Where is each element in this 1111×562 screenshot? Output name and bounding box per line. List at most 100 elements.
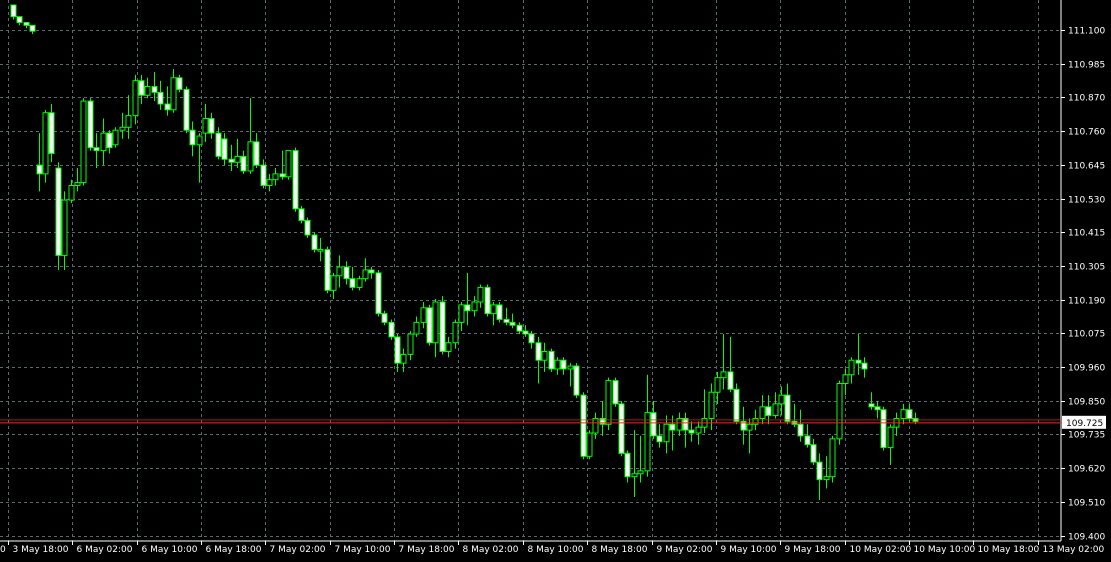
candle-body-bearish <box>612 380 619 405</box>
candle-body-bullish <box>471 301 478 312</box>
candle-body-bearish <box>484 286 491 315</box>
candle-body-bullish <box>477 286 484 303</box>
candle-body-bearish <box>55 167 62 256</box>
y-tick-label: 109.620 <box>1068 465 1105 475</box>
x-tick-label: 8 May 18:00 <box>592 545 648 555</box>
candle-body-bearish <box>151 86 158 93</box>
price-chart[interactable]: 111.100 110.985 110.870 110.760 110.645 110.5… <box>0 0 1111 562</box>
candle-body-bearish <box>880 409 887 449</box>
candle-body-bearish <box>496 304 503 320</box>
x-tick-label: 8 May 02:00 <box>463 545 519 555</box>
x-tick-label: 8 May 10:00 <box>528 545 584 555</box>
x-tick-label: 3 May 18:00 <box>13 545 69 555</box>
y-tick-label: 111.100 <box>1068 27 1105 37</box>
y-tick-label: 110.305 <box>1068 263 1105 273</box>
candle-body-bullish <box>132 80 139 117</box>
candle-body-bullish <box>202 118 209 134</box>
candle-body-bearish <box>29 24 36 32</box>
candle-body-bullish <box>432 301 439 344</box>
candle-body-bearish <box>87 100 94 149</box>
candle-body-bearish <box>176 77 183 90</box>
y-tick-label: 110.985 <box>1068 61 1105 71</box>
x-tick-label: 9 May 18:00 <box>785 545 841 555</box>
candle-body-bullish <box>100 132 107 152</box>
x-tick-label: 6 May 10:00 <box>142 545 198 555</box>
chart-background <box>0 0 1111 562</box>
y-tick-label: 110.415 <box>1068 229 1105 239</box>
candle-body-bullish <box>336 266 343 277</box>
candle-body-bearish <box>906 409 913 419</box>
candle-body-bearish <box>10 4 17 18</box>
candle-body-bullish <box>196 135 203 146</box>
candle-body-bearish <box>36 164 43 175</box>
candle-body-bearish <box>349 278 356 288</box>
candle-body-bullish <box>663 423 670 443</box>
candle-body-bearish <box>548 350 555 370</box>
y-tick-label: 109.735 <box>1068 431 1105 441</box>
candle-body-bearish <box>324 249 331 291</box>
candle-body-bearish <box>388 321 395 338</box>
candle-body-bearish <box>343 266 350 280</box>
candle-body-bearish <box>765 406 772 417</box>
candle-body-bearish <box>23 21 30 26</box>
candle-body-bullish <box>272 173 279 181</box>
candle-body-bullish <box>829 438 836 478</box>
candle-body-bullish <box>714 377 721 393</box>
candle-body-bullish <box>42 112 49 175</box>
candle-body-bearish <box>874 406 881 411</box>
candle-body-bearish <box>368 269 375 274</box>
candle-body-bearish <box>426 307 433 344</box>
candle-body-bullish <box>605 380 612 425</box>
candle-body-bearish <box>208 118 215 134</box>
candle-body-bearish <box>439 301 446 352</box>
candle-body-bearish <box>394 336 401 364</box>
candle-body-bullish <box>554 359 561 370</box>
candle-body-bullish <box>68 185 75 201</box>
candle-body-bullish <box>400 353 407 364</box>
candle-body-bearish <box>573 365 580 396</box>
candle-body-bullish <box>285 150 292 178</box>
candle-body-bullish <box>637 470 644 475</box>
candle-body-bearish <box>189 129 196 146</box>
candle-body-bearish <box>797 423 804 437</box>
candle-body-bearish <box>560 359 567 370</box>
candle-body-bullish <box>119 126 126 131</box>
candle-body-bullish <box>887 426 894 449</box>
candle-body-bearish <box>727 371 734 390</box>
y-tick-label: 110.645 <box>1068 162 1105 172</box>
current-price-label: 109.725 <box>1066 419 1103 429</box>
y-tick-label: 110.870 <box>1068 94 1105 104</box>
candle-body-bullish <box>80 100 87 184</box>
candle-body-bullish <box>708 391 715 419</box>
candle-body-bullish <box>695 426 702 434</box>
candle-body-bearish <box>810 444 817 463</box>
candle-body-bearish <box>656 435 663 443</box>
candle-body-bearish <box>279 173 286 178</box>
candle-body-bearish <box>311 234 318 251</box>
candlestick-chart-svg[interactable]: 111.100 110.985 110.870 110.760 110.645 110.5… <box>0 0 1111 562</box>
candle-body-bullish <box>720 371 727 379</box>
x-tick-label: 9 May 10:00 <box>721 545 777 555</box>
candle-body-bullish <box>362 269 369 280</box>
candle-body-bearish <box>522 330 529 335</box>
x-tick-label: 7 May 18:00 <box>399 545 455 555</box>
candle-body-bearish <box>221 138 228 160</box>
candle-body-bearish <box>228 158 235 163</box>
candle-body-bearish <box>624 452 631 478</box>
candle-body-bearish <box>733 388 740 422</box>
candle-body-bullish <box>170 77 177 111</box>
candle-body-bullish <box>317 249 324 252</box>
candle-body-bullish <box>567 365 574 370</box>
candle-body-bullish <box>413 321 420 335</box>
candle-body-bearish <box>240 155 247 172</box>
y-tick-label: 109.960 <box>1068 364 1105 374</box>
candle-body-bearish <box>260 164 267 187</box>
candle-body-bullish <box>74 182 81 187</box>
candle-body-bullish <box>458 304 465 323</box>
candle-body-bearish <box>157 91 164 105</box>
candle-body-bullish <box>356 278 363 288</box>
x-tick-label: 10 May 10:00 <box>914 545 976 555</box>
y-tick-label: 110.760 <box>1068 128 1105 138</box>
candle-body-bullish <box>445 342 452 352</box>
candle-body-bullish <box>112 129 119 146</box>
